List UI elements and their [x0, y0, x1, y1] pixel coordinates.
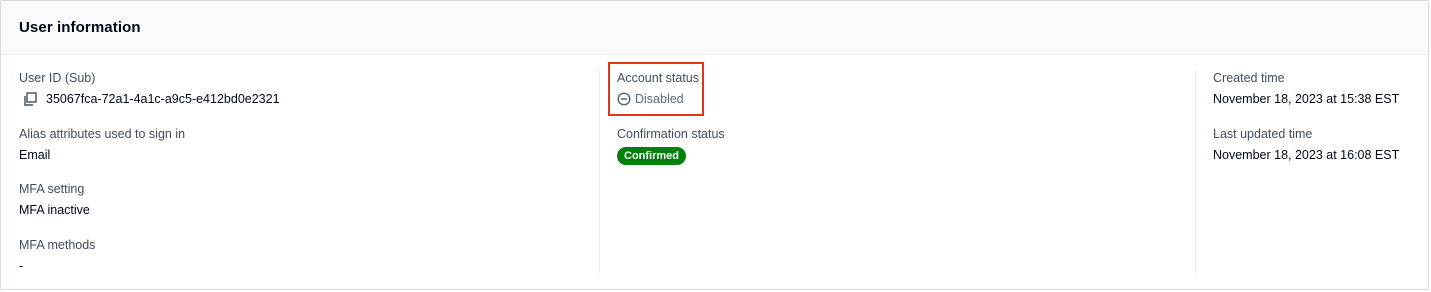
field-last-updated-time: Last updated time November 18, 2023 at 1…: [1213, 125, 1430, 181]
field-mfa-methods: MFA methods -: [19, 236, 579, 292]
copy-icon[interactable]: [23, 92, 37, 106]
user-id-value: 35067fca-72a1-4a1c-a9c5-e412bd0e2321: [46, 92, 280, 106]
confirmed-status-badge: Confirmed: [617, 146, 686, 165]
mfa-methods-label: MFA methods: [19, 237, 96, 252]
last-updated-time-label: Last updated time: [1213, 126, 1313, 141]
field-alias-attributes: Alias attributes used to sign in Email: [19, 125, 579, 181]
created-time-value: November 18, 2023 at 15:38 EST: [1213, 92, 1400, 106]
last-updated-time-value: November 18, 2023 at 16:08 EST: [1213, 147, 1400, 162]
user-id-value-row: 35067fca-72a1-4a1c-a9c5-e412bd0e2321: [19, 90, 579, 108]
field-user-id: User ID (Sub) 35067fca-72a1-4a1c-a9c5-e4…: [19, 69, 579, 125]
column-user-details: User ID (Sub) 35067fca-72a1-4a1c-a9c5-e4…: [19, 69, 579, 273]
created-time-label: Created time: [1213, 71, 1285, 85]
field-mfa-setting: MFA setting MFA inactive: [19, 180, 579, 236]
panel-body: User ID (Sub) 35067fca-72a1-4a1c-a9c5-e4…: [1, 55, 1428, 289]
column-timestamps: Created time November 18, 2023 at 15:38 …: [1195, 69, 1430, 273]
panel-title: User information: [19, 19, 141, 36]
field-created-time: Created time November 18, 2023 at 15:38 …: [1213, 69, 1430, 125]
mfa-setting-value: MFA inactive: [19, 203, 90, 217]
alias-attributes-label: Alias attributes used to sign in: [19, 126, 186, 141]
alias-attributes-value: Email: [19, 147, 51, 162]
panel-header: User information: [1, 1, 1428, 55]
field-confirmation-status: Confirmation status Confirmed: [617, 125, 1195, 181]
account-status-highlight-box: [608, 62, 704, 116]
confirmation-status-label: Confirmation status: [617, 126, 725, 141]
user-id-label: User ID (Sub): [19, 71, 96, 85]
user-information-panel: User information User ID (Sub) 35067fca-…: [0, 0, 1429, 290]
mfa-setting-label: MFA setting: [19, 182, 85, 196]
confirmation-status-value-row: Confirmed: [617, 146, 1195, 165]
mfa-methods-value: -: [19, 258, 24, 273]
